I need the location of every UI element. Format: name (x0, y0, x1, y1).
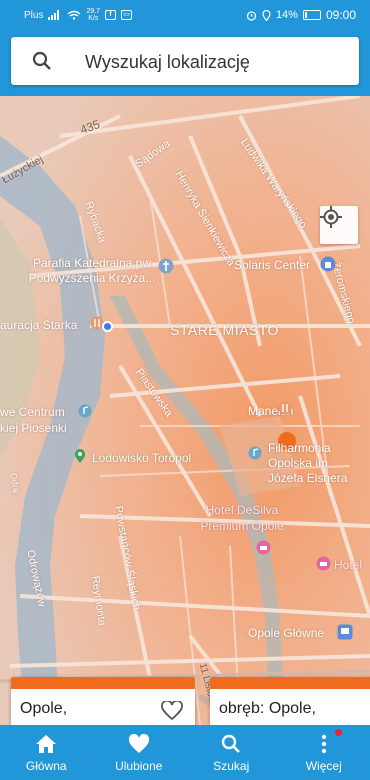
poi-hotel-desilva-label[interactable]: Hotel DeSilva Premium Opole (192, 502, 292, 534)
church-icon[interactable] (158, 258, 174, 274)
status-bar: Plus 29.7 K/s f ▭ 14% 09:00 (0, 0, 370, 30)
nav-label: Więcej (305, 759, 342, 773)
nav-label: Szukaj (213, 759, 250, 773)
nav-item-home[interactable]: Główna (0, 725, 93, 780)
poi-solaris-label[interactable]: Solaris Center (234, 258, 310, 272)
gallery-icon: ▭ (121, 10, 133, 20)
alarm-icon (246, 10, 257, 21)
poi-filharmonia-label[interactable]: Filharmonia Opolska im. Józefa Elsnera (268, 441, 370, 486)
train-icon[interactable] (337, 624, 353, 640)
music-icon[interactable] (248, 446, 262, 460)
user-location-dot (102, 321, 113, 332)
wifi-icon (68, 10, 81, 20)
crosshair-icon (320, 206, 342, 228)
carrier-label: Plus (24, 9, 44, 21)
result-card[interactable]: obręb: Opole, (210, 677, 370, 727)
nav-label: Ulubione (115, 759, 163, 773)
district-label-stare-miasto: STARE MIASTO (170, 322, 279, 338)
speed-unit: K/s (88, 15, 99, 22)
search-bar[interactable] (11, 37, 359, 85)
hotel-icon[interactable] (316, 556, 331, 571)
poi-opole-glowne-label[interactable]: Opole Główne (248, 626, 324, 640)
map-view[interactable]: 435 Łużyckiej Sądowa Henryka Sienkiewicz… (0, 96, 370, 726)
location-status-icon (262, 9, 271, 21)
card-title: obręb: Opole, (219, 700, 316, 717)
nav-item-favorites[interactable]: Ulubione (93, 725, 186, 780)
search-input[interactable] (83, 45, 347, 79)
nav-item-more[interactable]: Więcej (278, 725, 370, 780)
nav-item-search[interactable]: Szukaj (185, 725, 278, 780)
battery-percent: 14% (275, 9, 298, 21)
network-speed: 29.7 K/s (86, 8, 100, 22)
park-pin-icon[interactable] (72, 448, 88, 464)
signal-icon (48, 10, 60, 20)
shopping-bag-icon[interactable] (320, 256, 336, 272)
hotel-icon[interactable] (256, 540, 271, 555)
clock: 09:00 (325, 8, 356, 22)
restaurant-icon[interactable] (278, 401, 292, 415)
my-location-button[interactable] (320, 206, 358, 244)
search-icon[interactable] (31, 50, 53, 72)
result-card[interactable]: Opole, (11, 677, 195, 727)
favorite-heart-icon[interactable] (161, 701, 183, 721)
notification-badge (334, 729, 342, 736)
facebook-icon: f (105, 10, 117, 20)
home-icon (36, 735, 57, 753)
poi-hotel-label[interactable]: Hotel (334, 558, 362, 572)
bottom-navigation: Główna Ulubione Szukaj Więcej (0, 725, 370, 780)
poi-restauracja-label[interactable]: auracja Starka (0, 318, 77, 332)
poi-katedra-label[interactable]: Parafia Katedralna pw Podwyższenia Krzyż… (22, 256, 162, 286)
speed-value: 29.7 (86, 8, 101, 15)
search-icon (222, 734, 241, 753)
more-vertical-icon (321, 734, 326, 754)
nav-label: Główna (25, 759, 67, 773)
status-right: 14% 09:00 (246, 8, 356, 22)
poi-centrum-label[interactable]: we Centrum kiej Piosenki (0, 404, 74, 436)
heart-icon (128, 734, 149, 753)
status-left: Plus 29.7 K/s f ▭ (24, 8, 133, 22)
battery-icon (302, 10, 321, 20)
music-icon[interactable] (78, 404, 92, 418)
poi-lodowisko-label[interactable]: Lodowisko Toropol (92, 451, 191, 465)
card-title: Opole, (20, 700, 68, 717)
